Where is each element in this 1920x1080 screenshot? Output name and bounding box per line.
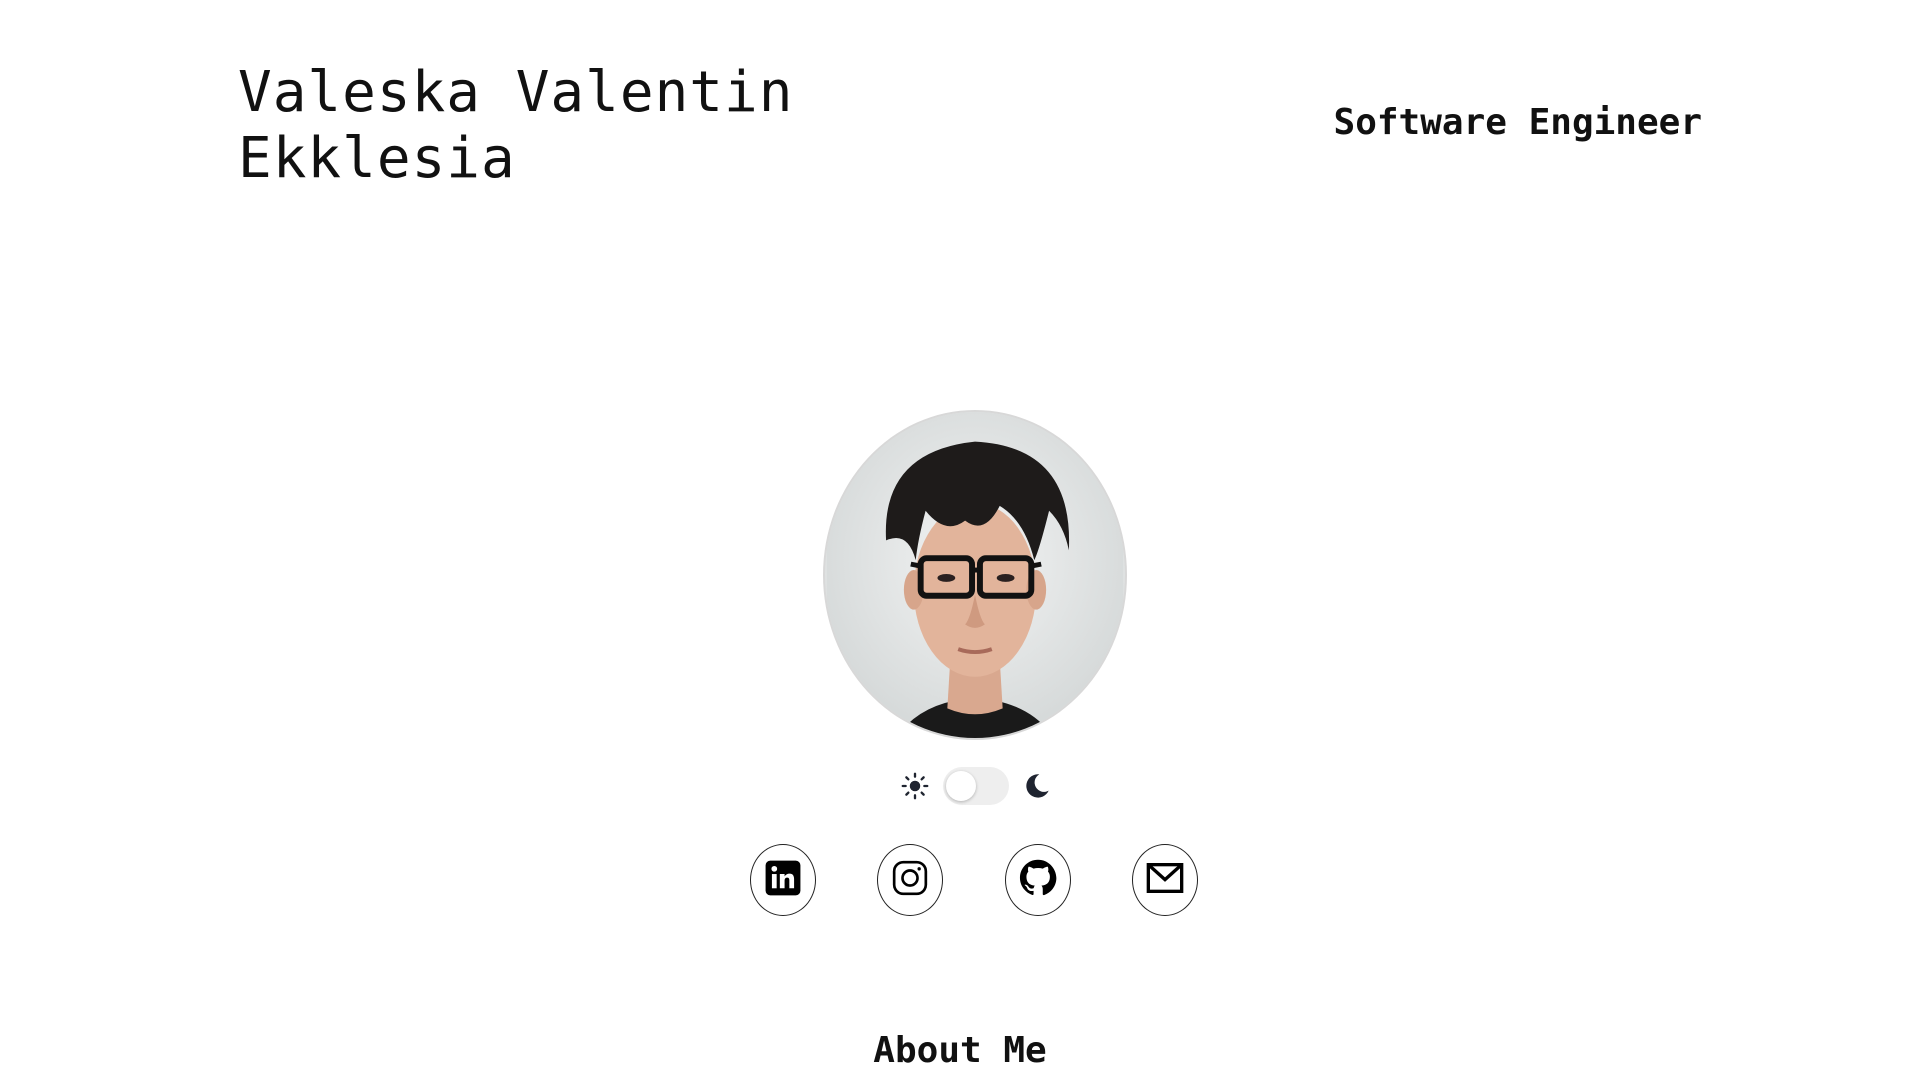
- name-line-1: Valeska Valentin: [238, 60, 794, 125]
- moon-icon: [1022, 771, 1052, 801]
- dark-mode-switch[interactable]: [943, 767, 1009, 805]
- instagram-icon: [890, 858, 930, 902]
- page: Valeska Valentin Ekklesia Software Engin…: [0, 0, 1920, 1080]
- sun-icon: [900, 771, 930, 801]
- linkedin-link[interactable]: [750, 844, 816, 916]
- linkedin-icon: [764, 859, 802, 901]
- job-title: Software Engineer: [1333, 102, 1702, 143]
- mail-icon: [1145, 858, 1185, 902]
- switch-knob: [946, 771, 976, 801]
- avatar: [823, 410, 1127, 740]
- avatar-portrait: [826, 412, 1124, 738]
- page-title: Valeska Valentin Ekklesia: [238, 60, 793, 192]
- github-icon: [1019, 859, 1057, 901]
- name-line-2: Ekklesia: [238, 126, 516, 191]
- email-link[interactable]: [1131, 844, 1198, 916]
- instagram-link[interactable]: [877, 844, 944, 916]
- social-links: [750, 844, 1198, 918]
- theme-toggle: [900, 766, 1052, 806]
- github-link[interactable]: [1004, 844, 1071, 916]
- about-me-heading: About Me: [873, 1030, 1047, 1071]
